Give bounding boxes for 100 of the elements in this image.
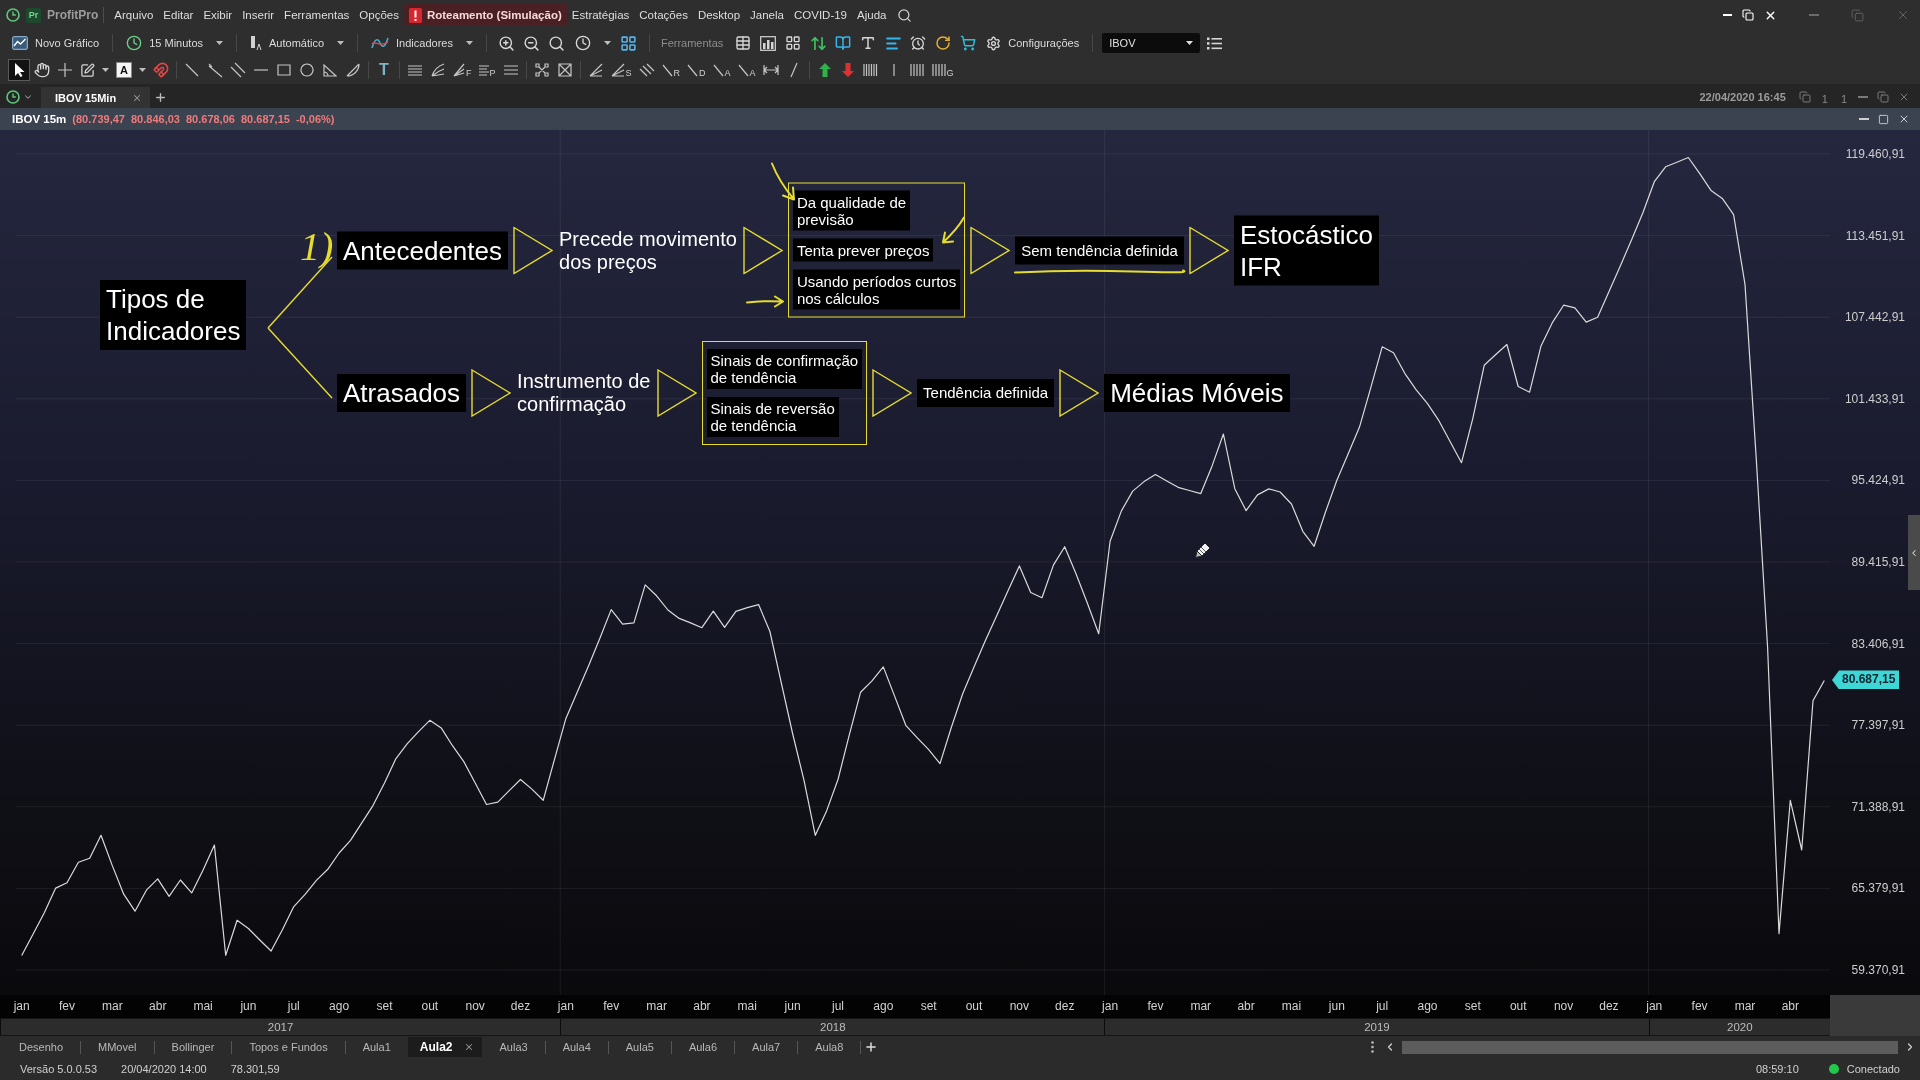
caret-icon: [216, 41, 223, 45]
text-color-tool-button[interactable]: A: [113, 59, 149, 81]
close-icon: [464, 1042, 475, 1052]
sheet-tab[interactable]: Topos e Fundos: [232, 1037, 345, 1057]
month-label: mar: [1734, 999, 1756, 1014]
layout-count-button[interactable]: 1: [1819, 89, 1830, 105]
menu-item[interactable]: Desktop: [692, 4, 746, 26]
slant-line-tool-button[interactable]: D: [684, 59, 709, 81]
sheet-tab[interactable]: Aula4: [545, 1037, 608, 1057]
sheet-tab[interactable]: Aula7: [735, 1037, 798, 1057]
sheet-tab[interactable]: Aula8: [798, 1037, 861, 1057]
indicator-examples-label: Estocástico IFR: [1233, 215, 1379, 285]
slant-line-tool-button[interactable]: A: [734, 59, 759, 81]
zoom-in-icon: [498, 34, 516, 52]
month-label: jan: [1102, 999, 1119, 1014]
y-axis-label: 95.424,91: [1851, 472, 1905, 489]
month-label: jul: [831, 999, 844, 1014]
vertical-bars-icon: [863, 64, 879, 76]
settings-button[interactable]: Configurações: [982, 32, 1084, 54]
month-label: abr: [149, 999, 167, 1014]
month-label: dez: [1599, 999, 1619, 1014]
plus-icon: [864, 1040, 879, 1054]
sheet-tab[interactable]: Aula5: [608, 1037, 671, 1057]
menu-item[interactable]: Arquivo: [109, 4, 159, 26]
table-icon: [735, 35, 752, 51]
text-tool-button[interactable]: T: [373, 59, 395, 81]
layout-count-button[interactable]: 1: [1838, 89, 1849, 105]
menu-item[interactable]: Estratégias: [566, 4, 635, 26]
diagonal-line-icon: [207, 62, 223, 78]
bars-sparse-tool-button[interactable]: G: [928, 59, 957, 81]
up-arrow-icon: [818, 63, 831, 77]
angle-lines-icon: [588, 63, 603, 77]
month-label: nov: [1009, 999, 1030, 1014]
connector-line: [267, 327, 333, 399]
horizontal-scrollbar[interactable]: [1402, 1040, 1898, 1054]
branch-description: Instrumento de confirmação: [517, 370, 651, 416]
sheet-tab[interactable]: MMovel: [81, 1037, 154, 1057]
menu-item[interactable]: Cotações: [634, 4, 693, 26]
slant-line-tool-button[interactable]: R: [658, 59, 684, 81]
plus-icon: [153, 90, 167, 104]
close-icon: [132, 92, 143, 103]
app-name: ProfitPro: [47, 8, 99, 22]
menu-item[interactable]: Exibir: [198, 4, 238, 26]
zoom-out-icon: [523, 34, 541, 52]
pointer-tool-button[interactable]: [8, 59, 30, 81]
menu-item[interactable]: Ajuda: [852, 4, 892, 26]
caret-icon: [139, 68, 146, 72]
y-axis-label: 83.406,91: [1851, 635, 1905, 652]
sheet-tab[interactable]: Aula2: [407, 1037, 483, 1057]
book-icon: [835, 35, 852, 51]
y-axis-label: 101.433,91: [1844, 390, 1905, 407]
month-label: jul: [287, 999, 300, 1014]
new-chart-button[interactable]: Novo Gráfico: [8, 32, 104, 54]
month-label: dez: [1055, 999, 1075, 1014]
menu-item[interactable]: COVID-19: [788, 4, 852, 26]
month-label: mai: [193, 999, 213, 1014]
up-down-arrows-icon: [809, 34, 827, 52]
warning-icon: [408, 7, 422, 23]
clock-icon: [126, 35, 143, 51]
angle-lines-tool-button[interactable]: S: [607, 59, 635, 81]
fib-projection-tool-button[interactable]: P: [475, 59, 499, 81]
indicators-dropdown[interactable]: Indicadores: [367, 32, 477, 54]
sheet-tab[interactable]: Bollinger: [154, 1037, 232, 1057]
branch-label: Antecedentes: [337, 231, 508, 269]
vertical-bars-icon: [909, 64, 924, 76]
sheet-tab[interactable]: Aula3: [482, 1037, 545, 1057]
year-label: 2018: [560, 1019, 1105, 1035]
vertical-bars-icon: [931, 64, 946, 76]
month-label: jun: [1328, 999, 1345, 1014]
menu-item[interactable]: Inserir: [237, 4, 280, 26]
interval-dropdown[interactable]: 15 Minutos: [122, 32, 227, 54]
horizontal-line-icon: [254, 69, 268, 71]
menu-item[interactable]: Ferramentas: [279, 4, 355, 26]
settings-icon: [986, 35, 1002, 51]
y-axis-label: 89.415,91: [1851, 554, 1905, 570]
fib-fan-tool-button[interactable]: F: [450, 59, 475, 81]
sheet-tab[interactable]: Desenho: [2, 1037, 81, 1057]
menu-item[interactable]: Janela: [745, 4, 789, 26]
triangle-arrow-icon: [656, 369, 697, 417]
sheet-tab[interactable]: Aula6: [671, 1037, 735, 1057]
circular-arrow-icon: [935, 35, 952, 51]
month-label: nov: [1553, 999, 1574, 1014]
month-label: fev: [59, 999, 75, 1014]
month-label: mar: [646, 999, 667, 1014]
rectangle-icon: [277, 64, 291, 76]
slant-line-tool-button[interactable]: A: [709, 59, 734, 81]
last-price-tag: 80.687,15: [1832, 670, 1900, 690]
hand-drawn-arrow-icon: [744, 294, 785, 309]
symbol-dropdown[interactable]: IBOV: [1102, 33, 1201, 53]
clock-icon: [574, 35, 591, 51]
menu-item[interactable]: Roteamento (Simulação): [403, 4, 567, 26]
down-arrow-icon: [841, 63, 854, 77]
menu-item[interactable]: Editar: [158, 4, 199, 26]
chart-timestamp: 22/04/2020 16:45: [1699, 91, 1786, 103]
chart-tab[interactable]: IBOV 15Min: [41, 87, 151, 108]
month-label: mar: [1190, 999, 1212, 1014]
menu-item[interactable]: Opções: [354, 4, 404, 26]
sheet-tab[interactable]: Aula1: [345, 1037, 408, 1057]
scale-dropdown[interactable]: Automático: [246, 32, 349, 54]
panel-collapse-handle[interactable]: [1908, 515, 1920, 590]
